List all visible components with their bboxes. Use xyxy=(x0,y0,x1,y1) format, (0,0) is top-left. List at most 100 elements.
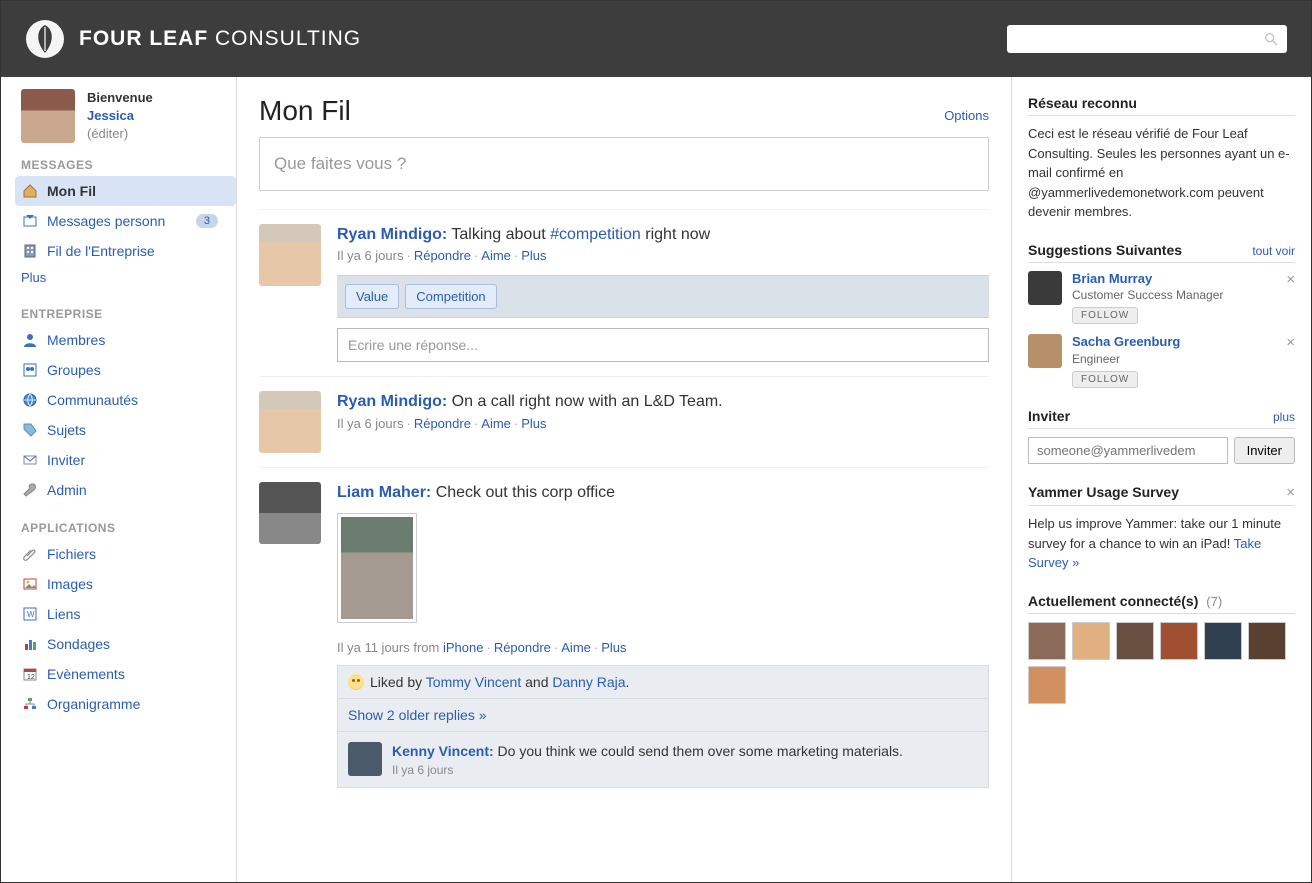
inbox-icon xyxy=(21,212,39,230)
topic-tag[interactable]: Value xyxy=(345,284,399,309)
brand-text: FOUR LEAF CONSULTING xyxy=(79,27,361,51)
more-link[interactable]: Plus xyxy=(601,640,626,655)
post-author[interactable]: Liam Maher: xyxy=(337,484,431,501)
post-avatar[interactable] xyxy=(259,482,321,544)
dismiss-survey[interactable]: × xyxy=(1286,484,1295,501)
sidebar-plus-messages[interactable]: Plus xyxy=(21,270,46,285)
sidebar-item-mon-fil[interactable]: Mon Fil xyxy=(15,176,236,206)
sidebar-item-fichiers[interactable]: Fichiers xyxy=(15,539,236,569)
topic-tag[interactable]: Competition xyxy=(405,284,496,309)
post-image-thumb[interactable] xyxy=(337,513,417,623)
liker-link[interactable]: Tommy Vincent xyxy=(426,674,521,690)
search-icon xyxy=(1263,31,1279,47)
online-avatars xyxy=(1028,622,1295,704)
sidebar-item-membres[interactable]: Membres xyxy=(15,325,236,355)
invite-email-input[interactable] xyxy=(1028,437,1228,464)
suggestion-item: Sacha Greenburg Engineer FOLLOW × xyxy=(1028,334,1295,388)
online-avatar[interactable] xyxy=(1116,622,1154,660)
sidebar-item-communautes[interactable]: Communautés xyxy=(15,385,236,415)
source-link[interactable]: iPhone xyxy=(443,640,483,655)
chart-icon xyxy=(21,635,39,653)
nested-reply: Kenny Vincent: Do you think we could sen… xyxy=(337,732,989,789)
home-icon xyxy=(21,182,39,200)
like-link[interactable]: Aime xyxy=(561,640,591,655)
sidebar-item-evenements[interactable]: 12Evènements xyxy=(15,659,236,689)
invite-button[interactable]: Inviter xyxy=(1234,437,1295,464)
reply-link[interactable]: Répondre xyxy=(414,416,471,431)
suggestion-role: Customer Success Manager xyxy=(1072,288,1223,302)
search-input[interactable] xyxy=(1015,32,1263,47)
sidebar: Bienvenue Jessica (éditer) MESSAGES Mon … xyxy=(1,77,237,882)
post-author[interactable]: Ryan Mindigo: xyxy=(337,393,447,410)
post-avatar[interactable] xyxy=(259,224,321,286)
post-meta: Il ya 6 jours·Répondre·Aime·Plus xyxy=(337,416,989,431)
header: FOUR LEAF CONSULTING xyxy=(1,1,1311,77)
invite-more-link[interactable]: plus xyxy=(1273,410,1295,424)
suggestion-item: Brian Murray Customer Success Manager FO… xyxy=(1028,271,1295,325)
like-link[interactable]: Aime xyxy=(481,248,511,263)
show-older-replies[interactable]: Show 2 older replies » xyxy=(337,699,989,732)
post-text: Ryan Mindigo: On a call right now with a… xyxy=(337,391,989,413)
sidebar-item-messages-personnels[interactable]: Messages personn 3 xyxy=(15,206,236,236)
more-link[interactable]: Plus xyxy=(521,248,546,263)
sidebar-item-sujets[interactable]: Sujets xyxy=(15,415,236,445)
suggestion-name[interactable]: Brian Murray xyxy=(1072,271,1152,286)
composer-input[interactable]: Que faites vous ? xyxy=(259,137,989,191)
profile-link[interactable]: Jessica xyxy=(87,108,134,123)
dismiss-suggestion[interactable]: × xyxy=(1286,334,1295,388)
reply-avatar[interactable] xyxy=(348,742,382,776)
suggestion-name[interactable]: Sacha Greenburg xyxy=(1072,334,1180,349)
post-avatar[interactable] xyxy=(259,391,321,453)
hashtag-link[interactable]: #competition xyxy=(550,226,641,243)
sidebar-item-admin[interactable]: Admin xyxy=(15,475,236,505)
online-avatar[interactable] xyxy=(1028,622,1066,660)
reply-author[interactable]: Kenny Vincent: xyxy=(392,743,494,759)
paperclip-icon xyxy=(21,545,39,563)
follow-button[interactable]: FOLLOW xyxy=(1072,307,1138,324)
see-all-link[interactable]: tout voir xyxy=(1252,244,1295,258)
svg-text:W: W xyxy=(27,610,35,619)
svg-text:12: 12 xyxy=(27,674,35,681)
edit-profile-link[interactable]: (éditer) xyxy=(87,126,128,141)
sidebar-item-sondages[interactable]: Sondages xyxy=(15,629,236,659)
section-title: Suggestions Suivantes xyxy=(1028,242,1182,258)
post-meta: Il ya 11 jours from iPhone·Répondre·Aime… xyxy=(337,640,989,655)
avatar-self[interactable] xyxy=(21,89,75,143)
liked-bar: Liked by Tommy Vincent and Danny Raja. xyxy=(337,665,989,699)
section-messages: MESSAGES xyxy=(21,158,236,172)
online-avatar[interactable] xyxy=(1160,622,1198,660)
group-icon xyxy=(21,361,39,379)
follow-button[interactable]: FOLLOW xyxy=(1072,371,1138,388)
dismiss-suggestion[interactable]: × xyxy=(1286,271,1295,325)
more-link[interactable]: Plus xyxy=(521,416,546,431)
section-title: Inviter xyxy=(1028,408,1070,424)
building-icon xyxy=(21,242,39,260)
search-box[interactable] xyxy=(1007,25,1287,53)
feed-options-link[interactable]: Options xyxy=(944,108,989,123)
sidebar-item-groupes[interactable]: Groupes xyxy=(15,355,236,385)
sidebar-item-liens[interactable]: WLiens xyxy=(15,599,236,629)
post: Ryan Mindigo: On a call right now with a… xyxy=(259,376,989,467)
sidebar-item-organigramme[interactable]: Organigramme xyxy=(15,689,236,719)
post-meta: Il ya 6 jours·Répondre·Aime·Plus xyxy=(337,248,989,263)
sidebar-item-images[interactable]: Images xyxy=(15,569,236,599)
suggestion-avatar[interactable] xyxy=(1028,271,1062,305)
online-avatar[interactable] xyxy=(1028,666,1066,704)
reply-input[interactable]: Ecrire une réponse... xyxy=(337,328,989,362)
person-icon xyxy=(21,331,39,349)
sidebar-item-fil-entreprise[interactable]: Fil de l'Entreprise xyxy=(15,236,236,266)
online-section: Actuellement connecté(s) (7) xyxy=(1028,593,1295,704)
online-avatar[interactable] xyxy=(1248,622,1286,660)
logo[interactable]: FOUR LEAF CONSULTING xyxy=(25,19,361,59)
suggestion-avatar[interactable] xyxy=(1028,334,1062,368)
right-rail: Réseau reconnu Ceci est le réseau vérifi… xyxy=(1011,77,1311,882)
online-avatar[interactable] xyxy=(1204,622,1242,660)
online-avatar[interactable] xyxy=(1072,622,1110,660)
sidebar-item-inviter[interactable]: Inviter xyxy=(15,445,236,475)
reply-link[interactable]: Répondre xyxy=(414,248,471,263)
post-author[interactable]: Ryan Mindigo: xyxy=(337,226,447,243)
reply-link[interactable]: Répondre xyxy=(494,640,551,655)
like-link[interactable]: Aime xyxy=(481,416,511,431)
post-text: Liam Maher: Check out this corp office xyxy=(337,482,989,504)
liker-link[interactable]: Danny Raja xyxy=(552,674,625,690)
